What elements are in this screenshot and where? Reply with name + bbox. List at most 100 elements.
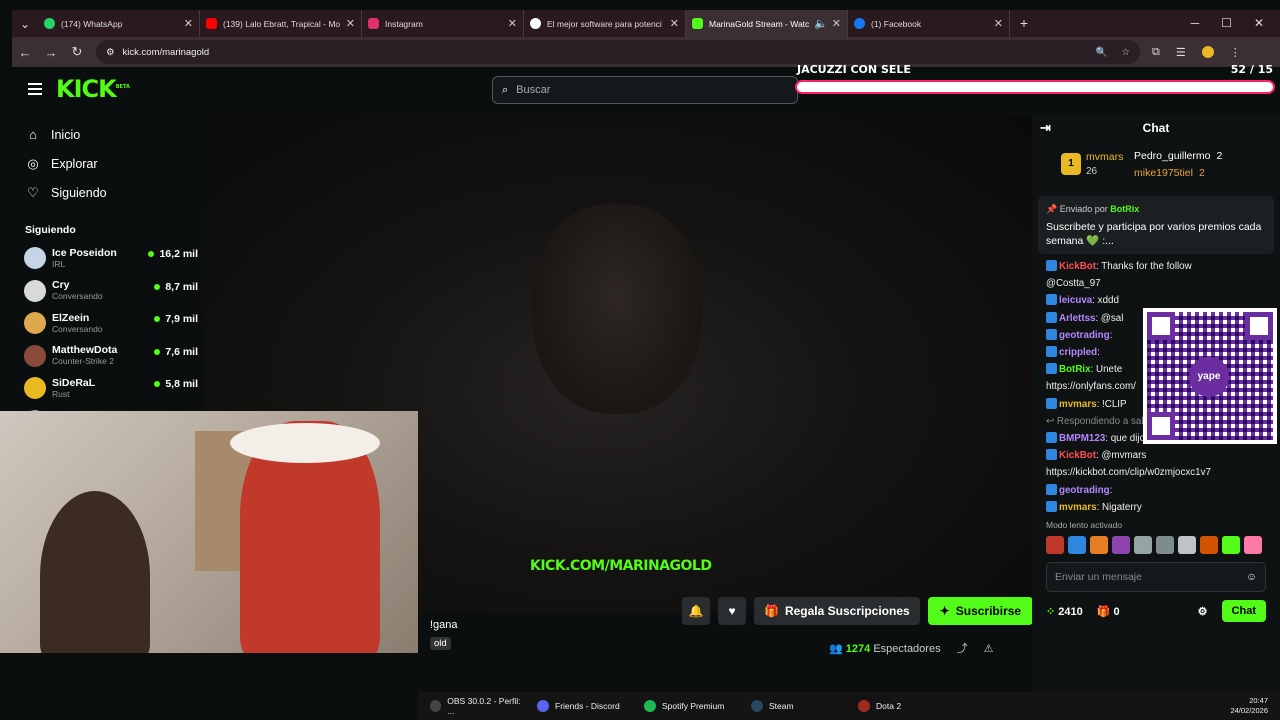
chat-username[interactable]: leicuva: [1059, 295, 1092, 306]
window-close-icon[interactable]: ✕: [1254, 10, 1264, 37]
emote-icon[interactable]: [1178, 536, 1196, 555]
system-clock[interactable]: 20:47 24/02/2026: [1230, 696, 1280, 716]
taskbar-app[interactable]: Spotify Premium: [644, 696, 739, 716]
chat-message-input[interactable]: Enviar un mensaje ☺: [1046, 562, 1266, 593]
gift-leaderboard: 1 mvmars 26 Pedro_guillermo 2 mike1975tie…: [1032, 142, 1280, 194]
emote-icon[interactable]: [1200, 536, 1218, 555]
menu-kebab-icon[interactable]: ⋮: [1230, 46, 1241, 59]
close-icon[interactable]: ✕: [346, 17, 355, 30]
emote-icon[interactable]: [1134, 536, 1152, 555]
chat-message[interactable]: KickBot: @mvmars: [1046, 449, 1266, 463]
chat-message[interactable]: mvmars: Nigaterry: [1046, 500, 1266, 515]
youtube-icon: [206, 18, 217, 29]
gift-icon: 🎁: [1096, 605, 1111, 618]
tab-whatsapp[interactable]: (174) WhatsApp ✕: [38, 10, 200, 37]
taskbar-app[interactable]: Friends - Discord: [537, 696, 632, 716]
share-icon[interactable]: ⤴: [957, 640, 968, 656]
reload-icon[interactable]: ↻: [64, 44, 90, 60]
search-input[interactable]: ⌕ Buscar: [492, 76, 798, 104]
chat-username[interactable]: KickBot: [1059, 450, 1096, 461]
kick-logo[interactable]: KICKBETA: [56, 75, 130, 103]
tab-facebook[interactable]: (1) Facebook ✕: [848, 10, 1010, 37]
emote-icon[interactable]: [1068, 536, 1086, 555]
close-icon[interactable]: ✕: [508, 17, 517, 30]
notification-bell-button[interactable]: 🔔: [682, 597, 710, 625]
close-icon[interactable]: ✕: [994, 17, 1003, 30]
chat-username[interactable]: geotrading: [1059, 485, 1110, 496]
pinned-message[interactable]: 📌 Enviado por BotRix Suscribete y partic…: [1038, 196, 1274, 254]
chat-username[interactable]: BMPM123: [1059, 433, 1105, 444]
channel-points[interactable]: ⁘ 2410: [1046, 605, 1083, 618]
chat-message[interactable]: https://kickbot.com/clip/w0zmjocxc1v7: [1046, 466, 1266, 480]
subscribe-button[interactable]: ✦ Suscribirse: [927, 597, 1034, 625]
back-icon[interactable]: ←: [12, 45, 38, 60]
emote-icon[interactable]: [1156, 536, 1174, 555]
chat-send-button[interactable]: Chat: [1221, 600, 1266, 623]
extensions-icon[interactable]: ⧉: [1152, 46, 1160, 59]
live-dot-icon: [154, 316, 161, 322]
close-icon[interactable]: ✕: [832, 17, 841, 30]
following-channel-item[interactable]: MatthewDota Counter-Strike 2 7,6 mil: [12, 340, 202, 373]
chat-message[interactable]: leicuva: xddd: [1046, 294, 1266, 308]
channel-viewers: 7,6 mil: [154, 346, 198, 358]
chat-message[interactable]: geotrading:: [1046, 483, 1266, 498]
hamburger-menu-icon[interactable]: [28, 83, 42, 98]
leader-name[interactable]: mvmars: [1086, 151, 1123, 163]
following-channel-item[interactable]: SiDeRaL Rust 5,8 mil: [12, 372, 202, 405]
emote-icon[interactable]: [1244, 536, 1262, 555]
minimize-icon[interactable]: ─: [1191, 10, 1200, 37]
speaker-icon[interactable]: 🔈: [814, 17, 828, 30]
profile-avatar[interactable]: [1201, 45, 1214, 58]
forward-icon[interactable]: →: [38, 45, 64, 60]
tab-kick[interactable]: MarinaGold Stream - Watc 🔈 ✕: [686, 10, 848, 37]
follow-heart-button[interactable]: ♥: [718, 597, 746, 625]
emote-icon[interactable]: [1222, 536, 1240, 555]
chat-username[interactable]: geotrading: [1059, 330, 1110, 341]
site-info-icon[interactable]: ⚙: [106, 47, 115, 58]
tab-instagram[interactable]: Instagram ✕: [362, 10, 524, 37]
url-input[interactable]: ⚙ kick.com/marinagold 🔍 ☆: [96, 40, 1140, 64]
media-control-icon[interactable]: ☰: [1176, 46, 1186, 59]
chat-message[interactable]: @Costta_97: [1046, 277, 1266, 291]
emote-icon[interactable]: [1112, 536, 1130, 555]
chat-settings-icon[interactable]: ⚙: [1198, 605, 1208, 618]
report-warning-icon[interactable]: ⚠: [984, 642, 994, 655]
emoji-icon[interactable]: ☺: [1246, 571, 1257, 583]
leaderboard-entry[interactable]: mike1975tiel 2: [1134, 167, 1205, 179]
taskbar-app[interactable]: Steam: [751, 696, 846, 716]
emote-icon[interactable]: [1090, 536, 1108, 555]
chat-text: : xddd: [1092, 295, 1119, 307]
new-tab-button[interactable]: +: [1010, 10, 1038, 37]
following-channel-item[interactable]: ElZeein Conversando 7,9 mil: [12, 307, 202, 340]
chat-username[interactable]: crippled: [1059, 347, 1097, 358]
taskbar-app[interactable]: Dota 2: [858, 696, 953, 716]
chat-username[interactable]: Arlettss: [1059, 313, 1095, 324]
taskbar-app[interactable]: OBS 30.0.2 - Perfil: ...: [430, 696, 525, 716]
chat-username[interactable]: mvmars: [1059, 502, 1097, 513]
leaderboard-entry[interactable]: Pedro_guillermo 2: [1134, 150, 1222, 162]
chat-username[interactable]: mvmars: [1059, 399, 1097, 410]
close-icon[interactable]: ✕: [184, 17, 193, 30]
chat-username[interactable]: BotRix: [1059, 364, 1091, 375]
chat-message[interactable]: KickBot: Thanks for the follow: [1046, 260, 1266, 274]
bookmark-star-icon[interactable]: ☆: [1121, 47, 1130, 58]
sidebar-item-explorar[interactable]: ◎ Explorar: [12, 149, 202, 178]
sidebar-item-siguiendo[interactable]: ♡ Siguiendo: [12, 178, 202, 207]
sidebar-item-inicio[interactable]: ⌂ Inicio: [12, 120, 202, 149]
gift-subs-button[interactable]: 🎁 Regala Suscripciones: [754, 597, 920, 625]
tab-obs[interactable]: El mejor software para potenci ✕: [524, 10, 686, 37]
following-channel-item[interactable]: Cry Conversando 8,7 mil: [12, 275, 202, 308]
chat-username[interactable]: KickBot: [1059, 261, 1096, 272]
zoom-icon[interactable]: 🔍: [1096, 47, 1108, 58]
tab-search-icon[interactable]: ⌄: [12, 10, 38, 37]
app-icon: [858, 700, 870, 712]
gift-counter[interactable]: 🎁 0: [1097, 605, 1120, 618]
close-icon[interactable]: ✕: [670, 17, 679, 30]
tab-youtube[interactable]: (139) Lalo Ebratt, Trapical - Mo ✕: [200, 10, 362, 37]
emote-icon[interactable]: [1046, 536, 1064, 555]
maximize-icon[interactable]: ☐: [1221, 10, 1232, 37]
video-watermark: KICK.COM/MARINAGOLD: [530, 558, 712, 574]
following-channel-item[interactable]: Ice Poseidon IRL 16,2 mil: [12, 242, 202, 275]
collapse-chat-icon[interactable]: ⇥: [1040, 120, 1051, 136]
chat-footer: ⁘ 2410 🎁 0 ⚙ Chat: [1032, 592, 1280, 630]
